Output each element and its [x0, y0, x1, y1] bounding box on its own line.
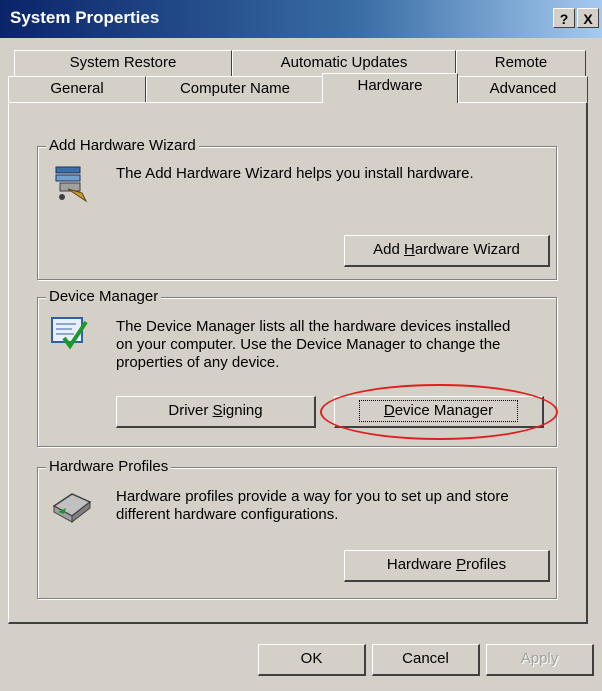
cancel-button[interactable]: Cancel [372, 644, 480, 676]
hardware-profiles-icon [50, 488, 94, 528]
hardware-profiles-button[interactable]: Hardware Profiles [344, 550, 550, 582]
device-manager-group: Device Manager The Device Manager lists … [37, 288, 558, 447]
hardware-profiles-group: Hardware Profiles Hardware profiles prov… [37, 458, 557, 599]
device-manager-button[interactable]: Device Manager [334, 396, 544, 428]
description-line: The Device Manager lists all the hardwar… [116, 318, 511, 335]
close-button[interactable]: X [577, 8, 599, 28]
tab-general[interactable]: General [8, 76, 146, 102]
ok-button[interactable]: OK [258, 644, 366, 676]
button-text: rofiles [466, 556, 507, 573]
add-hardware-description: The Add Hardware Wizard helps you instal… [116, 165, 474, 182]
add-hardware-wizard-button[interactable]: Add Hardware Wizard [344, 235, 550, 267]
button-text: evice Manager [394, 402, 494, 419]
tab-system-restore[interactable]: System Restore [14, 50, 232, 76]
add-hardware-group: Add Hardware Wizard The Add Hardware Wiz… [37, 137, 557, 280]
button-text: Apply [520, 650, 559, 667]
description-line: different hardware configurations. [116, 506, 339, 523]
tab-remote[interactable]: Remote [456, 50, 586, 76]
help-button[interactable]: ? [553, 8, 575, 28]
add-hardware-icon [52, 161, 94, 207]
button-accel: P [456, 556, 467, 573]
tab-advanced[interactable]: Advanced [458, 76, 588, 102]
device-manager-description: The Device Manager lists all the hardwar… [116, 318, 546, 372]
hardware-profiles-description: Hardware profiles provide a way for you … [116, 488, 546, 524]
button-text: Driver [168, 402, 213, 419]
button-accel: D [383, 402, 395, 419]
window-title: System Properties [10, 8, 160, 27]
button-accel: S [212, 402, 223, 419]
description-line: Hardware profiles provide a way for you … [116, 488, 509, 505]
button-text: Add [373, 241, 404, 258]
driver-signing-button[interactable]: Driver Signing [116, 396, 316, 428]
tab-panel-hardware: Add Hardware Wizard The Add Hardware Wiz… [8, 102, 588, 624]
button-text: ardware Wizard [414, 241, 520, 258]
group-label: Device Manager [46, 288, 162, 305]
description-line: on your computer. Use the Device Manager… [116, 336, 501, 353]
group-label: Add Hardware Wizard [46, 137, 199, 154]
system-properties-window: System Properties ? X System Restore Aut… [0, 0, 602, 691]
description-line: properties of any device. [116, 354, 280, 371]
button-accel: H [403, 241, 415, 258]
apply-button[interactable]: Apply [486, 644, 594, 676]
device-manager-icon [50, 314, 90, 358]
tab-hardware[interactable]: Hardware [322, 73, 458, 103]
group-label: Hardware Profiles [46, 458, 172, 475]
tab-computer-name[interactable]: Computer Name [146, 76, 324, 102]
focus-rect: Device Manager [358, 400, 519, 422]
button-text: igning [222, 402, 263, 419]
button-text: Hardware [386, 556, 457, 573]
title-bar[interactable]: System Properties ? X [0, 0, 602, 38]
